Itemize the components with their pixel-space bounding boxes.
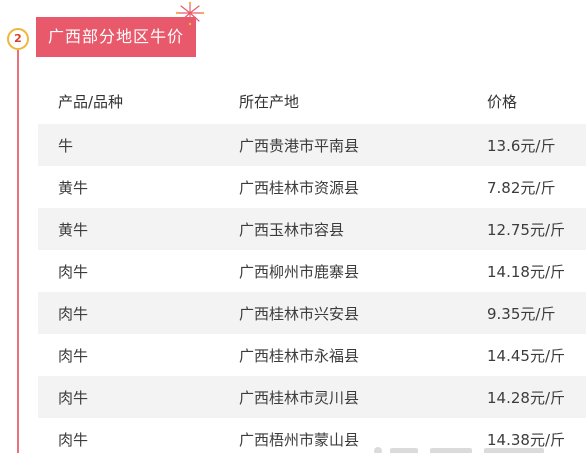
table-row: 肉牛 广西桂林市灵川县 14.28元/斤 xyxy=(38,376,586,418)
product-cell: 牛 xyxy=(38,124,239,166)
location-cell: 广西柳州市鹿寨县 xyxy=(239,250,487,292)
table-row: 肉牛 广西桂林市兴安县 9.35元/斤 xyxy=(38,292,586,334)
table-row: 肉牛 广西柳州市鹿寨县 14.18元/斤 xyxy=(38,250,586,292)
product-cell: 黄牛 xyxy=(38,208,239,250)
product-cell: 肉牛 xyxy=(38,334,239,376)
location-cell: 广西桂林市资源县 xyxy=(239,166,487,208)
table-row: 肉牛 广西桂林市永福县 14.45元/斤 xyxy=(38,334,586,376)
price-cell: 12.75元/斤 xyxy=(487,208,586,250)
page: 2 广西部分地区牛价 产品/品种 所在产地 价格 牛 广西贵港市平南县 13.6… xyxy=(0,0,586,453)
product-cell: 肉牛 xyxy=(38,376,239,418)
price-cell: 14.45元/斤 xyxy=(487,334,586,376)
price-cell: 14.28元/斤 xyxy=(487,376,586,418)
timeline-line xyxy=(17,50,19,453)
location-cell: 广西桂林市永福县 xyxy=(239,334,487,376)
product-cell: 黄牛 xyxy=(38,166,239,208)
table-row: 黄牛 广西玉林市容县 12.75元/斤 xyxy=(38,208,586,250)
firework-icon xyxy=(175,1,205,26)
table-header-row: 产品/品种 所在产地 价格 xyxy=(38,78,586,124)
table-row: 黄牛 广西桂林市资源县 7.82元/斤 xyxy=(38,166,586,208)
watermark-graphic xyxy=(374,447,544,453)
table-row: 牛 广西贵港市平南县 13.6元/斤 xyxy=(38,124,586,166)
header-product: 产品/品种 xyxy=(58,92,124,111)
header-location: 所在产地 xyxy=(239,92,300,111)
product-cell: 肉牛 xyxy=(38,250,239,292)
location-cell: 广西桂林市兴安县 xyxy=(239,292,487,334)
location-cell: 广西桂林市灵川县 xyxy=(239,376,487,418)
price-cell: 13.6元/斤 xyxy=(487,124,586,166)
product-cell: 肉牛 xyxy=(38,292,239,334)
price-cell: 7.82元/斤 xyxy=(487,166,586,208)
header-price: 价格 xyxy=(487,92,518,111)
price-cell: 14.18元/斤 xyxy=(487,250,586,292)
location-cell: 广西贵港市平南县 xyxy=(239,124,487,166)
price-cell: 9.35元/斤 xyxy=(487,292,586,334)
cattle-price-table: 产品/品种 所在产地 价格 牛 广西贵港市平南县 13.6元/斤 黄牛 广西桂林… xyxy=(38,78,586,453)
section-number-badge: 2 xyxy=(7,28,29,50)
location-cell: 广西玉林市容县 xyxy=(239,208,487,250)
product-cell: 肉牛 xyxy=(38,418,239,453)
